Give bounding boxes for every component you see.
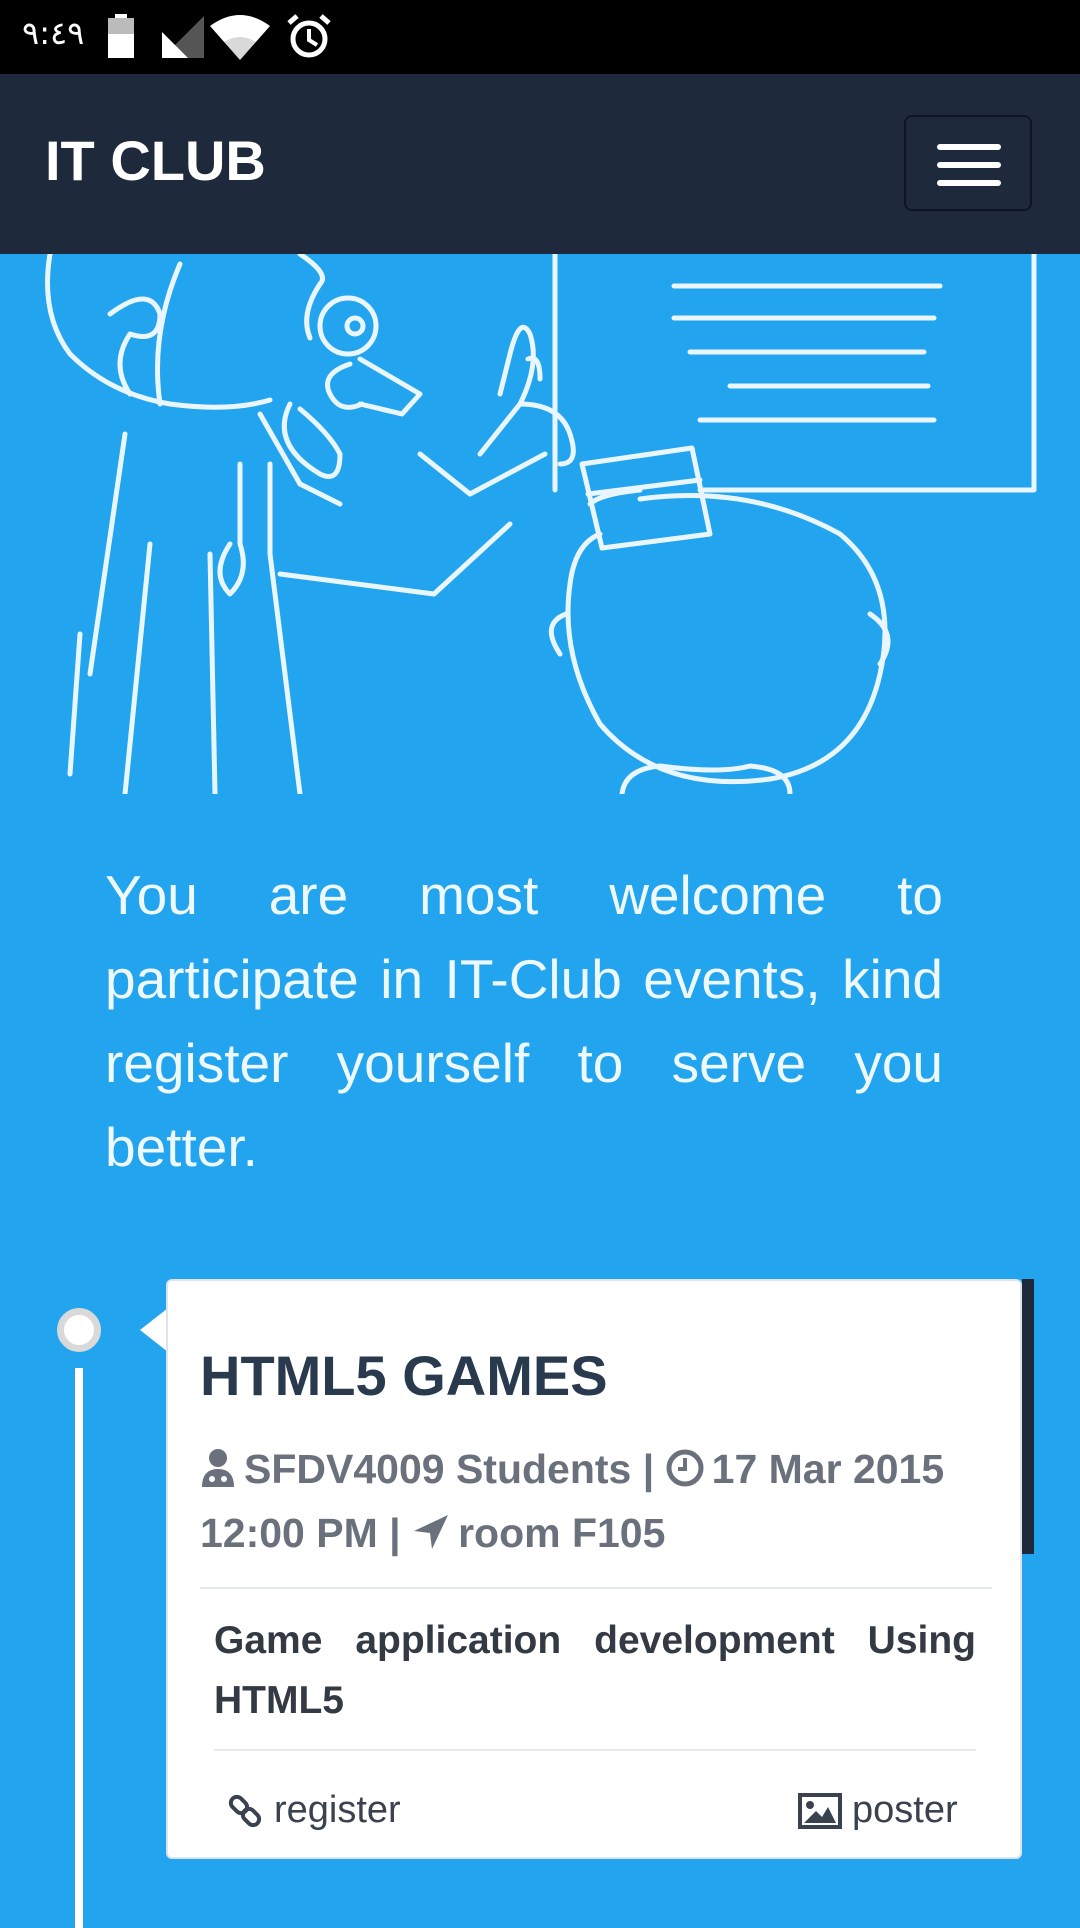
status-time: ٩:٤٩ <box>22 14 85 52</box>
poster-link[interactable]: poster <box>798 1789 958 1832</box>
battery-icon <box>108 14 134 58</box>
card-divider <box>214 1749 976 1751</box>
timeline-dot <box>57 1308 101 1352</box>
status-bar: ٩:٤٩ <box>0 0 1080 74</box>
signal-icon <box>162 16 204 58</box>
teacher-whiteboard-illustration <box>45 254 1037 794</box>
hamburger-menu-icon <box>937 144 1001 150</box>
link-icon <box>228 1794 262 1827</box>
event-audience: SFDV4009 Students <box>244 1446 632 1492</box>
welcome-text: You are most welcome to participate in I… <box>105 864 943 1178</box>
meta-separator: | <box>642 1446 655 1492</box>
event-description: Game application development Using HTML5 <box>214 1619 976 1722</box>
hamburger-menu-icon-bar <box>937 180 1001 186</box>
card-divider <box>200 1587 992 1589</box>
image-icon <box>798 1792 842 1829</box>
clock-icon <box>666 1449 704 1487</box>
meta-separator: | <box>389 1510 401 1556</box>
user-md-icon <box>202 1449 234 1487</box>
poster-label: poster <box>852 1789 958 1831</box>
card-accent-edge <box>1022 1279 1034 1554</box>
event-title: HTML5 GAMES <box>200 1344 608 1407</box>
register-link[interactable]: register <box>228 1789 401 1832</box>
brand-title[interactable]: IT CLUB <box>45 128 266 193</box>
timeline-line <box>75 1368 83 1928</box>
event-meta: SFDV4009 Students | 17 Mar 2015 12:00 PM… <box>200 1437 990 1565</box>
event-card: HTML5 GAMES SFDV4009 Students | 17 Mar 2… <box>166 1279 1022 1859</box>
wifi-icon <box>210 15 270 60</box>
navbar: IT CLUB <box>0 74 1080 254</box>
card-pointer <box>140 1308 168 1352</box>
menu-toggle-button[interactable] <box>904 115 1032 211</box>
event-location: room F105 <box>458 1510 666 1556</box>
register-label: register <box>274 1789 401 1831</box>
alarm-icon <box>287 14 331 58</box>
location-arrow-icon <box>414 1515 449 1549</box>
hamburger-menu-icon-bar <box>937 162 1001 168</box>
